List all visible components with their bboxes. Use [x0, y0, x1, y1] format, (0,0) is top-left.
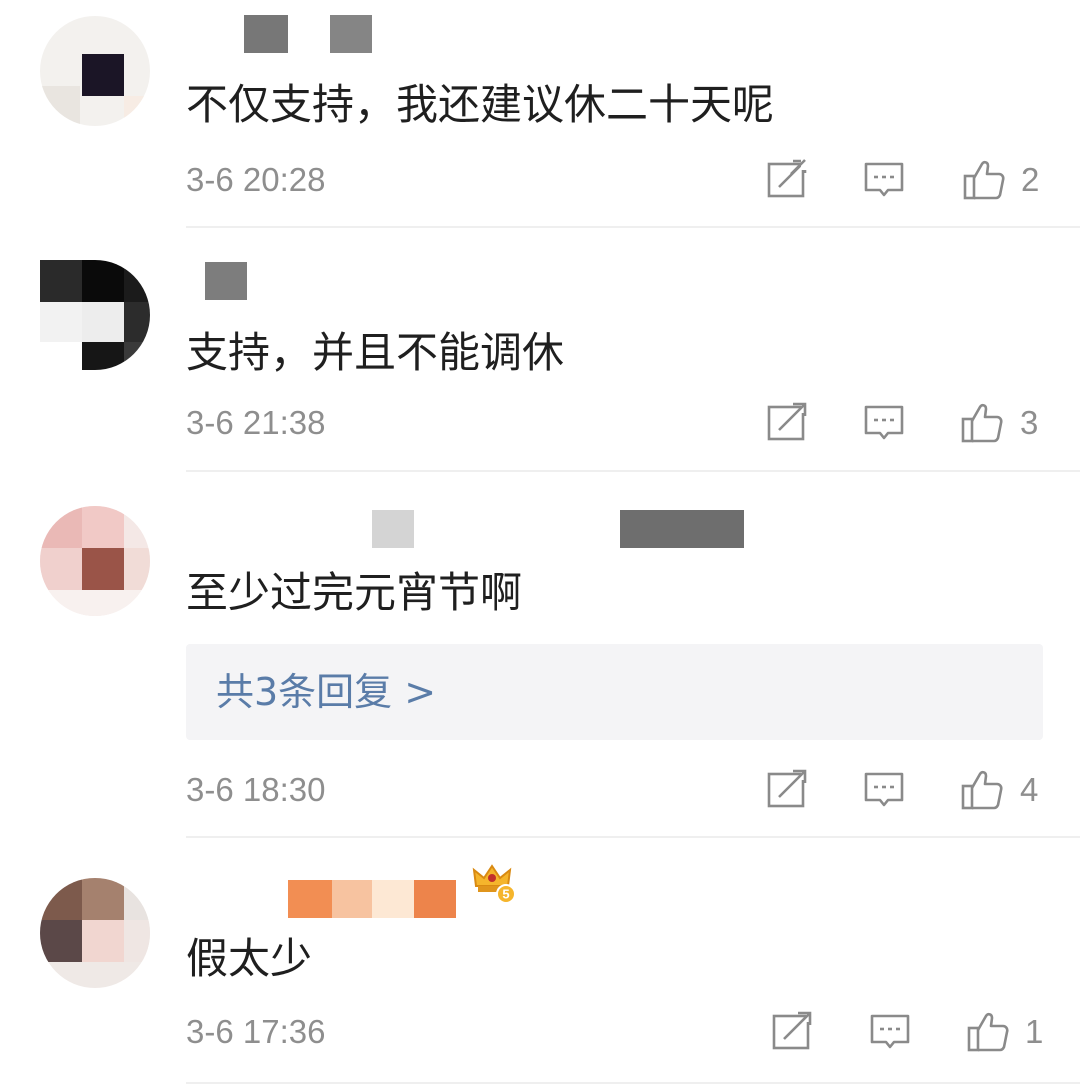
avatar[interactable]	[40, 878, 150, 988]
comment-time: 3-6 21:38	[186, 404, 326, 441]
like-count: 3	[1020, 404, 1039, 441]
thumbs-up-icon[interactable]	[962, 158, 1006, 202]
share-icon[interactable]	[770, 1010, 814, 1054]
username-blurred[interactable]	[288, 880, 332, 918]
username-blurred[interactable]	[620, 510, 744, 548]
like-count: 1	[1025, 1013, 1044, 1050]
like-count: 2	[1021, 161, 1040, 198]
username-blurred[interactable]	[205, 262, 247, 300]
username-blurred[interactable]	[372, 880, 414, 918]
comment-item: 支持，并且不能调休 3-6 21:38 3	[0, 228, 1080, 472]
vip-level: 5	[502, 887, 509, 902]
comment-text: 支持，并且不能调休	[186, 328, 565, 377]
comment-time: 3-6 18:30	[186, 771, 326, 808]
comment-text: 至少过完元宵节啊	[186, 568, 523, 617]
comment-text: 假太少	[186, 934, 313, 983]
view-replies-label: 共3条回复 >	[216, 670, 437, 714]
comment-icon[interactable]	[862, 158, 906, 202]
comment-item: 5 假太少 3-6 17:36 1	[0, 838, 1080, 1087]
like-count: 4	[1020, 771, 1039, 808]
comment-icon[interactable]	[862, 401, 906, 445]
share-icon[interactable]	[765, 768, 809, 812]
thumbs-up-icon[interactable]	[960, 768, 1004, 812]
username-blurred[interactable]	[332, 880, 372, 918]
username-blurred[interactable]	[414, 880, 456, 918]
comment-text: 不仅支持，我还建议休二十天呢	[186, 80, 775, 129]
comment-icon[interactable]	[868, 1010, 912, 1054]
thumbs-up-icon[interactable]	[966, 1010, 1010, 1054]
comment-time: 3-6 17:36	[186, 1013, 326, 1050]
username-blurred[interactable]	[372, 510, 414, 548]
comment-item: 不仅支持，我还建议休二十天呢 3-6 20:28 2	[0, 0, 1080, 228]
comment-item: 至少过完元宵节啊 共3条回复 > 3-6 18:30 4	[0, 472, 1080, 838]
avatar[interactable]	[40, 260, 150, 370]
thumbs-up-icon[interactable]	[960, 401, 1004, 445]
comment-time: 3-6 20:28	[186, 161, 326, 198]
share-icon[interactable]	[765, 401, 809, 445]
avatar[interactable]	[40, 506, 150, 616]
vip-crown-icon: 5	[470, 860, 516, 906]
username-blurred[interactable]	[244, 15, 288, 53]
divider	[186, 1082, 1080, 1084]
comment-icon[interactable]	[862, 768, 906, 812]
username-blurred[interactable]	[330, 15, 372, 53]
avatar[interactable]	[40, 16, 150, 126]
share-icon[interactable]	[765, 158, 809, 202]
view-replies-button[interactable]: 共3条回复 >	[186, 644, 1043, 740]
